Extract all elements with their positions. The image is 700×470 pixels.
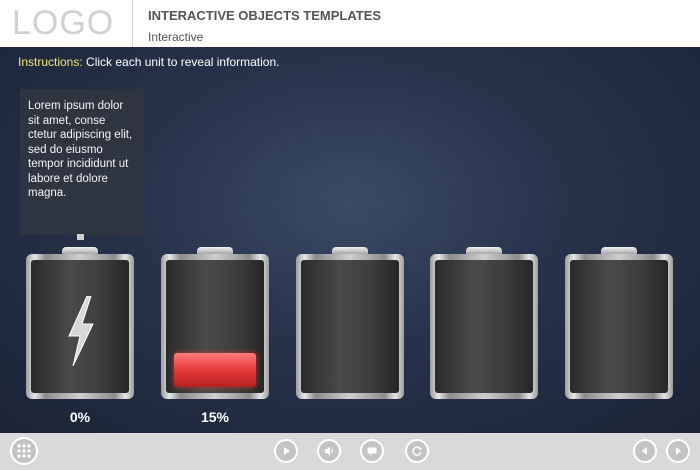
battery-body bbox=[161, 254, 269, 399]
battery-unit-5[interactable] bbox=[565, 247, 673, 399]
battery-charge-fill bbox=[174, 353, 256, 387]
battery-unit-2[interactable] bbox=[161, 247, 269, 399]
battery-inner bbox=[301, 260, 399, 393]
instructions-text: Click each unit to reveal information. bbox=[82, 55, 280, 69]
battery-unit-1[interactable] bbox=[26, 247, 134, 399]
tooltip-text: Lorem ipsum dolor sit amet, conse ctetur… bbox=[28, 100, 133, 199]
page-subtitle: Interactive bbox=[148, 30, 204, 44]
instructions: Instructions: Click each unit to reveal … bbox=[18, 55, 279, 69]
replay-button[interactable] bbox=[405, 439, 429, 463]
stage: Instructions: Click each unit to reveal … bbox=[0, 47, 700, 433]
caption-button[interactable] bbox=[360, 439, 384, 463]
next-button[interactable] bbox=[666, 439, 690, 463]
battery-body bbox=[26, 254, 134, 399]
footer-toolbar bbox=[0, 433, 700, 470]
volume-button[interactable] bbox=[317, 439, 341, 463]
battery-percent-2: 15% bbox=[200, 409, 230, 425]
battery-unit-4[interactable] bbox=[430, 247, 538, 399]
header: LOGO INTERACTIVE OBJECTS TEMPLATES Inter… bbox=[0, 0, 700, 47]
volume-icon bbox=[325, 446, 333, 456]
play-button[interactable] bbox=[274, 439, 298, 463]
battery-unit-3[interactable] bbox=[296, 247, 404, 399]
grid-menu-icon bbox=[17, 444, 31, 458]
tooltip-pointer bbox=[77, 234, 84, 240]
play-icon bbox=[284, 447, 290, 455]
previous-button[interactable] bbox=[633, 439, 657, 463]
battery-body bbox=[565, 254, 673, 399]
replay-icon bbox=[412, 446, 422, 456]
next-icon bbox=[676, 447, 681, 455]
battery-percent-1: 0% bbox=[69, 409, 91, 425]
battery-body bbox=[430, 254, 538, 399]
previous-icon bbox=[642, 447, 647, 455]
caption-icon bbox=[367, 447, 377, 456]
battery-inner bbox=[31, 260, 129, 393]
instructions-label: Instructions: bbox=[18, 55, 83, 69]
logo: LOGO bbox=[0, 0, 133, 47]
info-tooltip: Lorem ipsum dolor sit amet, conse ctetur… bbox=[20, 89, 144, 235]
lightning-bolt-icon bbox=[68, 296, 94, 366]
battery-body bbox=[296, 254, 404, 399]
menu-button[interactable] bbox=[10, 437, 38, 465]
battery-inner bbox=[166, 260, 264, 393]
page-title: INTERACTIVE OBJECTS TEMPLATES bbox=[148, 8, 382, 23]
battery-inner bbox=[435, 260, 533, 393]
battery-inner bbox=[570, 260, 668, 393]
